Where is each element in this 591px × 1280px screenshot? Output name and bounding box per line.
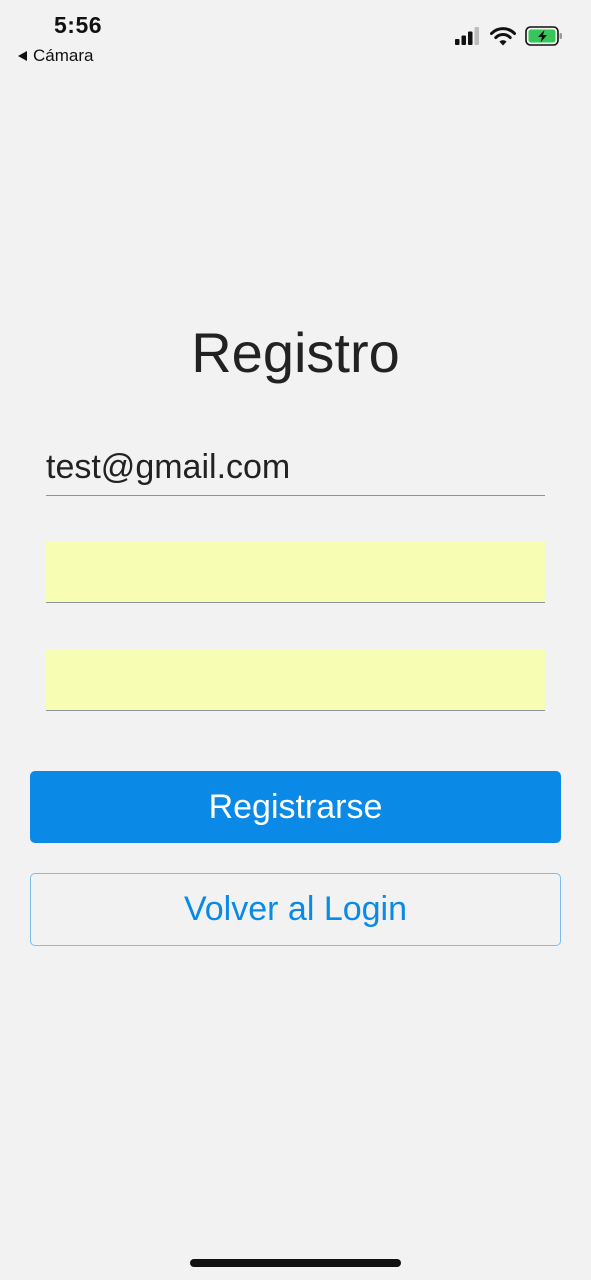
page-title: Registro bbox=[191, 321, 400, 384]
back-to-login-button[interactable]: Volver al Login bbox=[30, 873, 561, 946]
email-field[interactable] bbox=[46, 440, 545, 496]
back-link-label: Cámara bbox=[33, 46, 94, 65]
home-indicator[interactable] bbox=[190, 1259, 401, 1267]
status-time: 5:56 bbox=[54, 12, 103, 38]
cellular-signal-icon bbox=[455, 27, 479, 45]
battery-charging-icon bbox=[525, 26, 562, 46]
register-button[interactable]: Registrarse bbox=[30, 771, 561, 843]
confirm-password-field[interactable] bbox=[46, 649, 545, 711]
wifi-icon bbox=[490, 26, 516, 45]
back-arrow-icon bbox=[18, 51, 27, 61]
back-to-camera-link[interactable]: Cámara bbox=[18, 46, 93, 66]
status-icons bbox=[455, 26, 563, 46]
password-field[interactable] bbox=[46, 541, 545, 603]
